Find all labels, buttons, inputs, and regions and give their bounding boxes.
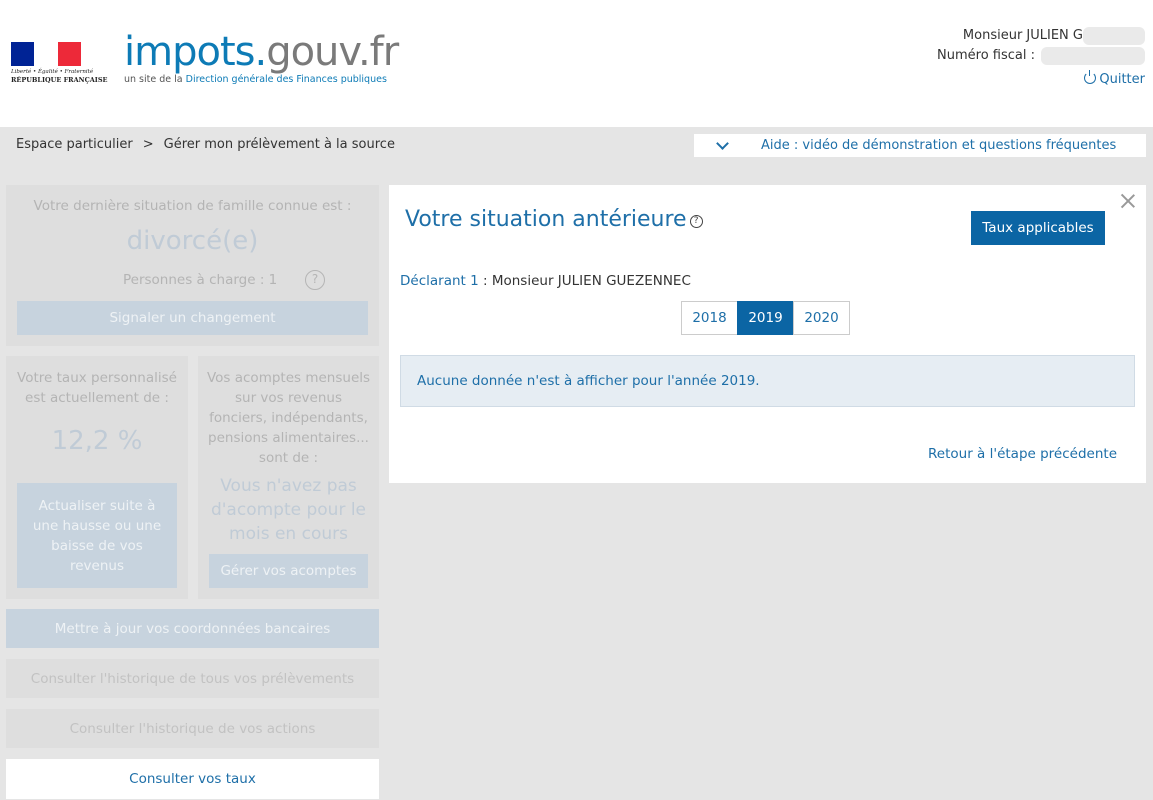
power-icon [1084,70,1097,84]
help-icon[interactable]: ? [689,215,703,228]
applicable-rates-button[interactable]: Taux applicables [971,211,1105,245]
help-icon[interactable]: ? [305,270,325,290]
modal-title: Votre situation antérieure? [405,207,703,232]
help-label: Aide : vidéo de démonstration et questio… [761,138,1117,153]
update-rate-button[interactable]: Actualiser suite à une hausse ou une bai… [17,483,177,588]
logo-sub-2: Direction générale des Finances publique… [185,74,387,85]
site-header: Liberté • Égalité • Fraternité RÉPUBLIQU… [0,0,1153,127]
declarant-name: Monsieur JULIEN GUEZENNEC [491,273,691,289]
logo-text-2: gouv.fr [266,29,399,75]
no-data-message: Aucune donnée n'est à afficher pour l'an… [400,355,1135,407]
family-situation-card: Votre dernière situation de famille conn… [6,185,379,346]
redacted-name [1083,26,1145,45]
user-name: Monsieur JULIEN G [962,28,1083,43]
user-info: Monsieur JULIEN G Numéro fiscal : Quitte… [937,26,1145,90]
view-rates-button[interactable]: Consulter vos taux [6,759,379,799]
help-toggle[interactable]: Aide : vidéo de démonstration et questio… [694,134,1146,157]
previous-situation-modal: Votre situation antérieure? Taux applica… [389,185,1146,483]
dependents-count: Personnes à charge : 1 [123,272,278,288]
manage-installments-button[interactable]: Gérer vos acomptes [209,554,368,588]
actions-history-button[interactable]: Consulter l'historique de vos actions [6,709,379,748]
family-intro: Votre dernière situation de famille conn… [33,198,352,214]
marianne-logo: Liberté • Égalité • Fraternité RÉPUBLIQU… [11,42,108,86]
breadcrumb: Espace particulier > Gérer mon prélèvement… [16,137,395,152]
republic-motto: Liberté • Égalité • Fraternité [11,69,94,75]
family-status: divorcé(e) [126,226,259,256]
fiscal-number-label: Numéro fiscal : [937,48,1035,63]
report-change-button[interactable]: Signaler un changement [17,301,368,335]
tab-2019[interactable]: 2019 [737,301,794,335]
breadcrumb-home[interactable]: Espace particulier [16,137,133,152]
french-flag-icon [11,42,81,66]
update-bank-details-button[interactable]: Mettre à jour vos coordonnées bancaires [6,609,379,648]
rate-intro-line-2: est actuellement de : [25,390,169,406]
republic-name: RÉPUBLIQUE FRANÇAISE [11,76,108,84]
declarant-line: Déclarant 1 : Monsieur JULIEN GUEZENNEC [400,273,691,289]
year-tabs: 2018 2019 2020 [681,301,850,335]
redacted-fiscal-number [1041,46,1145,65]
declarant-label: Déclarant 1 [400,273,479,289]
breadcrumb-separator: > [142,137,154,152]
withdrawal-history-button[interactable]: Consulter l'historique de tous vos prélè… [6,659,379,698]
logo-text-1: impots. [124,29,267,75]
installments-card: Vos acomptes mensuels sur vos revenus fo… [198,356,379,599]
tab-2020[interactable]: 2020 [793,301,850,335]
close-icon[interactable] [1120,193,1136,209]
chevron-down-icon [716,136,729,150]
installments-value: Vous n'avez pas d'acompte pour le mois e… [210,476,367,544]
rate-value: 12,2 % [51,426,143,456]
logo-sub-1: un site de la [124,74,186,85]
personal-rate-card: Votre taux personnalisé est actuellement… [6,356,188,599]
quit-button[interactable]: Quitter [937,70,1145,90]
back-link[interactable]: Retour à l'étape précédente [928,446,1117,462]
rate-intro-line-1: Votre taux personnalisé [17,370,177,386]
quit-label: Quitter [1099,72,1145,87]
impots-logo[interactable]: impots.gouv.fr un site de la Direction g… [124,28,399,85]
tab-2018[interactable]: 2018 [681,301,738,335]
breadcrumb-current: Gérer mon prélèvement à la source [163,137,395,152]
